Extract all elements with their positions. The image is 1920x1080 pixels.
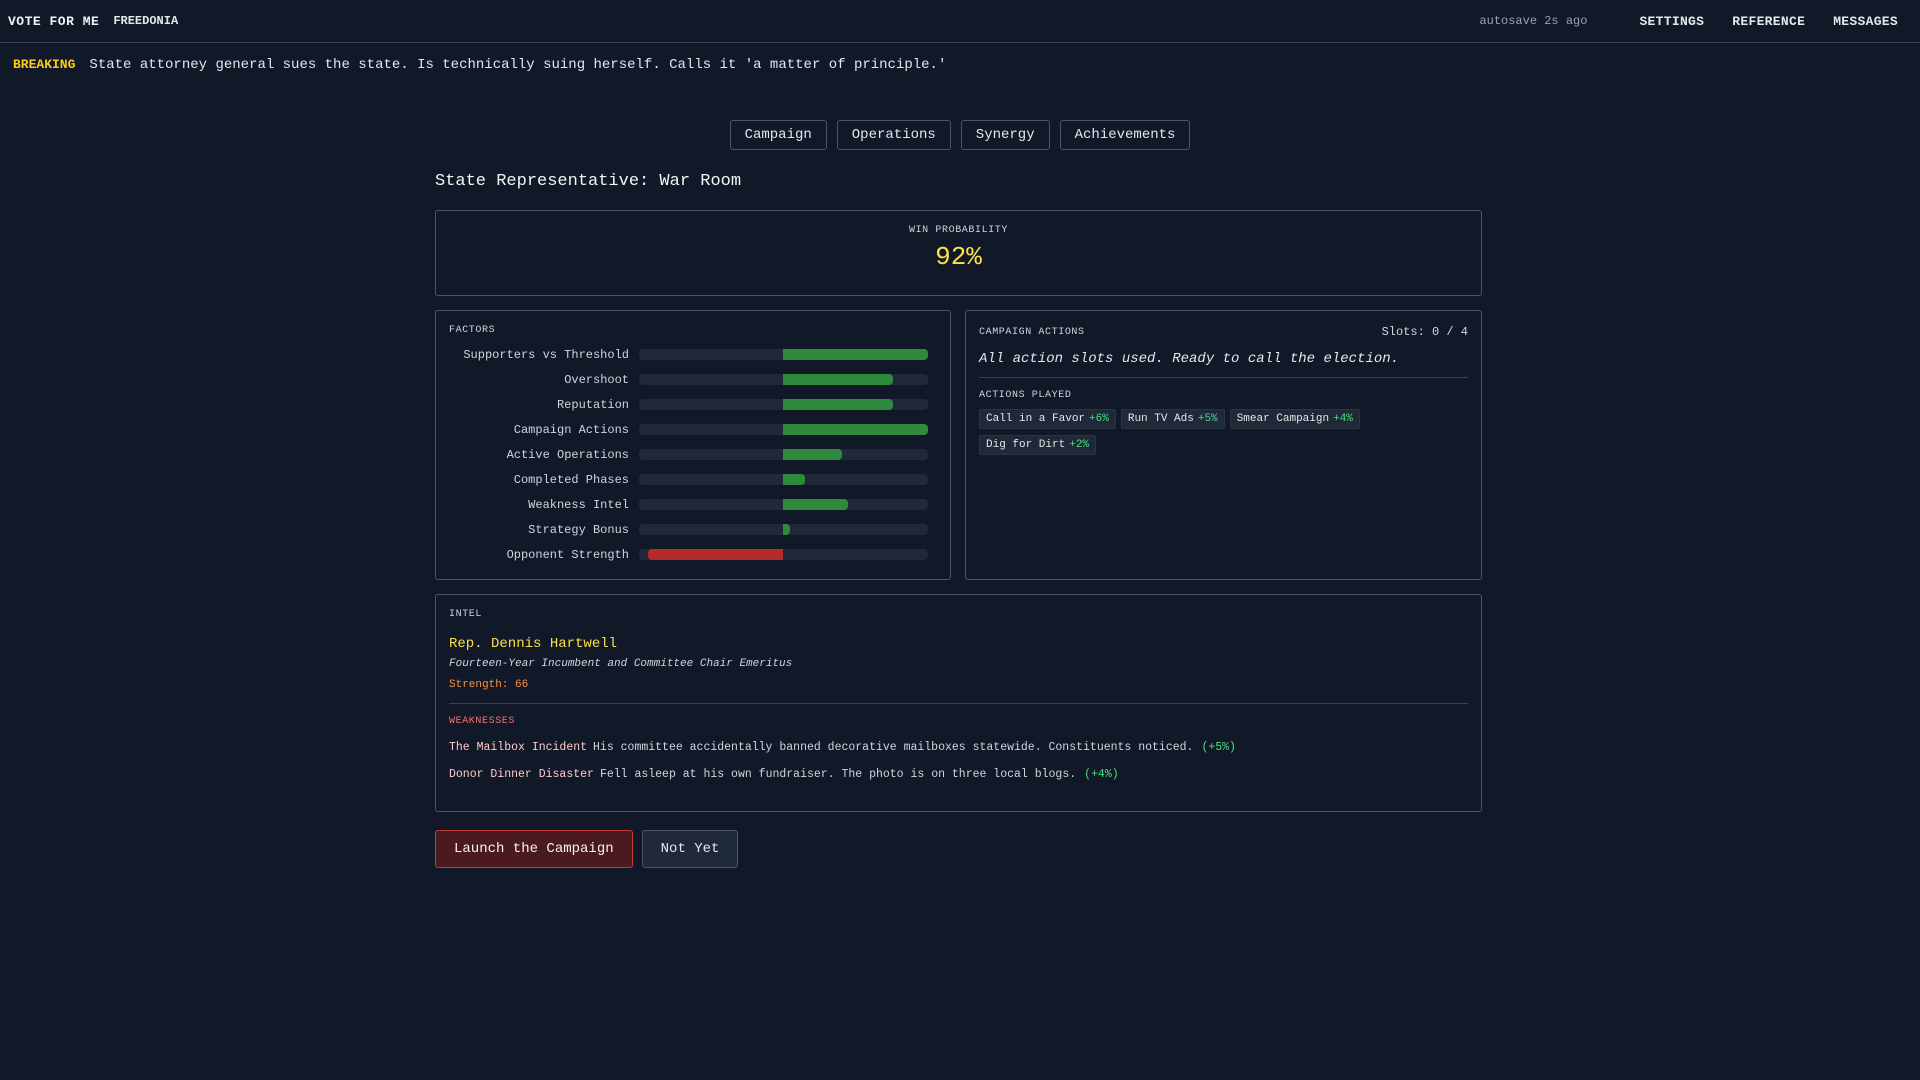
action-played-chip: Smear Campaign +4% xyxy=(1229,409,1360,429)
factor-bar xyxy=(639,474,928,485)
slots-counter: Slots: 0 / 4 xyxy=(1381,325,1468,339)
breaking-news: BREAKING State attorney general sues the… xyxy=(13,57,946,73)
action-buttons: Launch the Campaign Not Yet xyxy=(435,830,1482,868)
factors-label: FACTORS xyxy=(449,325,496,336)
actions-played-label: ACTIONS PLAYED xyxy=(979,390,1072,401)
factor-row: Supporters vs Threshold xyxy=(449,342,937,367)
factor-bar-fill xyxy=(783,399,893,410)
top-bar: VOTE FOR ME FREEDONIA autosave 2s ago SE… xyxy=(0,0,1920,43)
tab-campaign[interactable]: Campaign xyxy=(729,120,827,150)
top-right-nav: autosave 2s ago SETTINGS REFERENCE MESSA… xyxy=(1479,14,1912,29)
action-name: Smear Campaign xyxy=(1236,413,1330,425)
actions-played-list: Call in a Favor +6% Run TV Ads +5% Smear Cam… xyxy=(979,409,1399,455)
nav-reference[interactable]: REFERENCE xyxy=(1732,14,1805,29)
factor-bar-fill xyxy=(648,549,783,560)
factor-row: Overshoot xyxy=(449,367,937,392)
weakness-name: The Mailbox Incident xyxy=(449,741,588,754)
tab-operations[interactable]: Operations xyxy=(836,120,951,150)
factor-label: Overshoot xyxy=(564,372,629,387)
factor-label: Completed Phases xyxy=(513,472,629,487)
factor-row: Reputation xyxy=(449,392,937,417)
factor-bar-fill xyxy=(783,499,848,510)
factor-row: Strategy Bonus xyxy=(449,517,937,542)
tab-achievements[interactable]: Achievements xyxy=(1059,120,1191,150)
weakness-desc: His committee accidentally banned decora… xyxy=(593,741,1194,754)
factor-label: Active Operations xyxy=(506,447,629,462)
breaking-text: State attorney general sues the state. I… xyxy=(89,57,947,73)
action-name: Call in a Favor xyxy=(986,413,1086,425)
not-yet-button[interactable]: Not Yet xyxy=(641,830,739,868)
factor-bar-fill xyxy=(783,349,928,360)
weakness-name: Donor Dinner Disaster xyxy=(449,768,594,781)
factor-label: Weakness Intel xyxy=(528,497,629,512)
action-played-chip: Dig for Dirt +2% xyxy=(979,435,1097,455)
launch-campaign-button[interactable]: Launch the Campaign xyxy=(435,830,633,868)
tab-synergy[interactable]: Synergy xyxy=(960,120,1050,150)
actions-message: All action slots used. Ready to call the… xyxy=(979,351,1468,378)
factor-label: Strategy Bonus xyxy=(528,522,629,537)
tab-bar: Campaign Operations Synergy Achievements xyxy=(0,120,1920,150)
factor-bar-fill xyxy=(783,424,928,435)
factor-bar-fill xyxy=(783,449,842,460)
factor-bar xyxy=(639,349,928,360)
weaknesses-label: WEAKNESSES xyxy=(449,716,516,727)
factor-bar xyxy=(639,424,928,435)
factor-row: Completed Phases xyxy=(449,467,937,492)
action-bonus: +5% xyxy=(1197,413,1218,425)
factor-label: Opponent Strength xyxy=(506,547,629,562)
win-probability-label: WIN PROBABILITY xyxy=(908,225,1008,236)
intel-label: INTEL xyxy=(449,609,483,620)
win-probability-panel: WIN PROBABILITY 92% xyxy=(435,210,1482,296)
factor-bar xyxy=(639,549,928,560)
action-played-chip: Run TV Ads +5% xyxy=(1120,409,1225,429)
factor-bar-fill xyxy=(783,474,805,485)
action-played-chip: Call in a Favor +6% xyxy=(979,409,1116,429)
factor-bar-fill xyxy=(783,374,893,385)
action-name: Run TV Ads xyxy=(1127,413,1194,425)
factor-bar xyxy=(639,524,928,535)
action-name: Dig for Dirt xyxy=(986,439,1066,451)
weakness-desc: Fell asleep at his own fundraiser. The p… xyxy=(599,768,1077,781)
weakness-item: Donor Dinner Disaster Fell asleep at his … xyxy=(449,768,1468,781)
factor-bar xyxy=(639,449,928,460)
factor-label: Reputation xyxy=(556,397,629,412)
campaign-actions-label: CAMPAIGN ACTIONS xyxy=(979,326,1085,338)
nav-messages[interactable]: MESSAGES xyxy=(1833,14,1898,29)
factor-row: Opponent Strength xyxy=(449,542,937,567)
factor-list: Supporters vs Threshold Overshoot Reputati… xyxy=(449,342,937,567)
factor-row: Active Operations xyxy=(449,442,937,467)
campaign-actions-panel: CAMPAIGN ACTIONS Slots: 0 / 4 All action… xyxy=(965,310,1482,580)
weakness-bonus: (+5%) xyxy=(1201,741,1236,754)
factor-label: Campaign Actions xyxy=(513,422,629,437)
factor-bar xyxy=(639,399,928,410)
page-title: State Representative: War Room xyxy=(435,172,742,191)
action-bonus: +2% xyxy=(1069,439,1090,451)
app-title: VOTE FOR ME xyxy=(8,13,100,29)
region-name: FREEDONIA xyxy=(113,14,179,28)
factor-bar xyxy=(639,374,928,385)
war-room: State Representative: War Room WIN PROBA… xyxy=(435,170,1482,868)
opponent-strength: Strength: 66 xyxy=(449,679,1468,704)
breaking-tag: BREAKING xyxy=(13,57,76,72)
factor-row: Weakness Intel xyxy=(449,492,937,517)
action-bonus: +6% xyxy=(1089,413,1109,425)
nav-settings[interactable]: SETTINGS xyxy=(1639,14,1704,29)
opponent-name: Rep. Dennis Hartwell xyxy=(449,636,618,652)
action-bonus: +4% xyxy=(1333,413,1353,425)
factors-panel: FACTORS Supporters vs Threshold Overshoot… xyxy=(435,310,951,580)
factor-label: Supporters vs Threshold xyxy=(463,347,629,362)
factor-bar xyxy=(639,499,928,510)
weakness-bonus: (+4%) xyxy=(1084,768,1119,781)
factor-bar-fill xyxy=(783,524,790,535)
opponent-title: Fourteen-Year Incumbent and Committee Ch… xyxy=(449,658,793,670)
weakness-item: The Mailbox Incident His committee accide… xyxy=(449,741,1468,754)
intel-panel: INTEL Rep. Dennis Hartwell Fourteen-Year… xyxy=(435,594,1482,812)
win-probability-value: 92% xyxy=(935,242,982,272)
factor-row: Campaign Actions xyxy=(449,417,937,442)
autosave-status: autosave 2s ago xyxy=(1479,14,1588,28)
